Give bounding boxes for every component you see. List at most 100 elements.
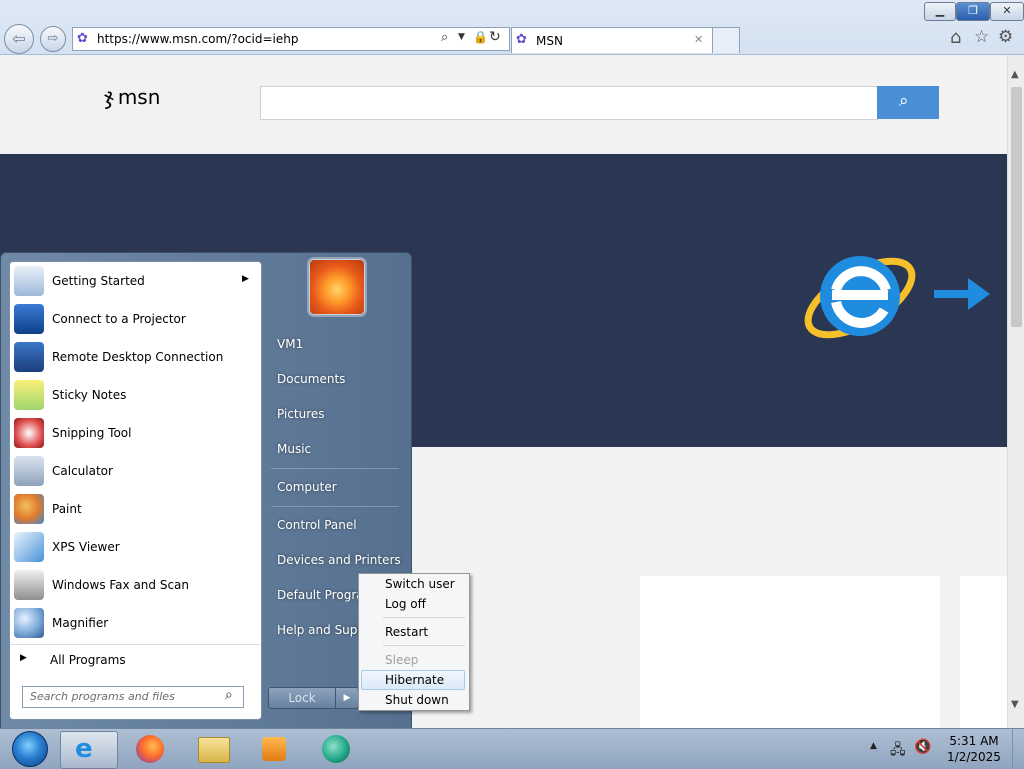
taskbar-internet-explorer[interactable]: e (60, 731, 118, 769)
forward-button[interactable]: ⇨ (40, 26, 66, 52)
media-player-icon (262, 737, 286, 761)
taskbar: e ▲ 🖧 🔇 5:31 AM 1/2/2025 (0, 728, 1024, 769)
scroll-up-icon[interactable]: ▲ (1011, 69, 1019, 80)
system-clock[interactable]: 5:31 AM 1/2/2025 (944, 733, 1004, 765)
power-options-button[interactable]: ▶ (335, 687, 359, 709)
remote-desktop-icon (14, 342, 44, 372)
taskbar-remote-app[interactable] (308, 731, 364, 767)
scroll-down-icon[interactable]: ▼ (1011, 699, 1019, 710)
places-item-devices-printers[interactable]: Devices and Printers (277, 553, 401, 567)
msn-tab-icon: ✿ (516, 32, 527, 47)
msn-search-button[interactable]: ⌕ (877, 86, 939, 119)
projector-icon (14, 304, 44, 334)
butterfly-logo-icon: ჯ (104, 85, 114, 110)
taskbar-media-player[interactable] (246, 731, 302, 767)
program-item[interactable]: Paint (10, 490, 261, 528)
lock-button[interactable]: Lock (268, 687, 336, 709)
xps-viewer-icon (14, 532, 44, 562)
separator (271, 468, 399, 469)
program-item[interactable]: Snipping Tool (10, 414, 261, 452)
program-item[interactable]: Magnifier (10, 604, 261, 642)
places-item-computer[interactable]: Computer (277, 480, 337, 494)
program-item[interactable]: Getting Started ▶ (10, 262, 261, 300)
remote-app-icon (322, 735, 350, 763)
ie-icon: e (75, 734, 93, 764)
taskbar-explorer[interactable] (184, 731, 240, 767)
lock-icon[interactable]: 🔒 (473, 30, 488, 44)
submenu-arrow-icon: ▶ (242, 274, 249, 284)
close-icon: ✕ (1002, 4, 1012, 17)
start-search-input[interactable]: Search programs and files ⌕ (22, 686, 244, 708)
tab-title: MSN (536, 34, 563, 48)
favorites-star-icon[interactable]: ☆ (974, 27, 989, 47)
refresh-icon[interactable]: ↻ (489, 29, 501, 45)
places-item-default-programs[interactable]: Default Programs (277, 588, 359, 602)
power-options-menu: Switch user Log off Restart Sleep Hibern… (358, 573, 470, 711)
new-tab-button[interactable] (712, 27, 740, 53)
paint-icon (14, 494, 44, 524)
ie-logo-icon (800, 236, 920, 356)
menu-item-hibernate[interactable]: Hibernate (361, 670, 465, 690)
firefox-icon (136, 735, 164, 763)
show-desktop-button[interactable] (1012, 729, 1024, 769)
close-window-button[interactable]: ✕ (990, 2, 1024, 21)
folder-icon (198, 737, 230, 763)
calculator-icon (14, 456, 44, 486)
content-card[interactable] (640, 576, 940, 728)
places-item-music[interactable]: Music (277, 442, 311, 456)
msn-logo: ჯ msn (104, 85, 161, 110)
separator (383, 617, 465, 618)
program-item[interactable]: Sticky Notes (10, 376, 261, 414)
menu-item-log-off[interactable]: Log off (361, 594, 465, 614)
program-item[interactable]: Connect to a Projector (10, 300, 261, 338)
separator (383, 645, 465, 646)
arrow-right-icon (934, 274, 990, 314)
places-item-pictures[interactable]: Pictures (277, 407, 325, 421)
places-item-help-support[interactable]: Help and Support (277, 623, 359, 637)
menu-item-restart[interactable]: Restart (361, 622, 465, 642)
start-button[interactable] (4, 729, 50, 769)
menu-item-shut-down[interactable]: Shut down (361, 690, 465, 710)
tab-msn[interactable]: ✿ MSN ✕ (511, 27, 713, 53)
content-card[interactable] (960, 576, 1007, 728)
start-menu: Getting Started ▶ Connect to a Projector… (0, 252, 412, 730)
taskbar-firefox[interactable] (122, 731, 178, 767)
search-icon[interactable]: ⌕ (225, 687, 233, 703)
restore-button[interactable]: ❐ (956, 2, 990, 21)
menu-item-switch-user[interactable]: Switch user (361, 574, 465, 594)
menu-item-sleep: Sleep (385, 653, 419, 667)
windows-logo-icon (12, 731, 48, 767)
msn-search-input[interactable] (260, 86, 878, 120)
address-bar[interactable]: ✿ https://www.msn.com/?ocid=iehp ⌕ ▼ 🔒 ↻ (72, 27, 510, 51)
places-item-documents[interactable]: Documents (277, 372, 345, 386)
forward-arrow-icon: ⇨ (47, 31, 59, 46)
show-hidden-icons-icon[interactable]: ▲ (870, 741, 877, 751)
address-url: https://www.msn.com/?ocid=iehp (97, 32, 299, 46)
program-item[interactable]: Calculator (10, 452, 261, 490)
back-button[interactable]: ⇦ (4, 24, 34, 54)
home-icon[interactable]: ⌂ (950, 27, 961, 48)
scroll-thumb[interactable] (1011, 87, 1022, 327)
program-item[interactable]: Windows Fax and Scan (10, 566, 261, 604)
separator (271, 506, 399, 507)
page-scrollbar[interactable]: ▲ ▼ (1007, 55, 1024, 728)
program-item[interactable]: XPS Viewer (10, 528, 261, 566)
dropdown-arrow-icon[interactable]: ▼ (458, 32, 465, 42)
tab-close-icon[interactable]: ✕ (694, 33, 703, 46)
start-programs-pane: Getting Started ▶ Connect to a Projector… (9, 261, 262, 720)
user-avatar[interactable] (309, 259, 365, 315)
places-item-user[interactable]: VM1 (277, 337, 303, 351)
network-icon[interactable]: 🖧 (890, 739, 906, 763)
volume-muted-icon[interactable]: 🔇 (914, 739, 931, 755)
search-icon[interactable]: ⌕ (441, 30, 448, 45)
restore-icon: ❐ (968, 4, 978, 17)
back-arrow-icon: ⇦ (12, 29, 26, 48)
minimize-button[interactable]: ▁ (924, 2, 956, 21)
arrow-right-icon: ▶ (343, 693, 351, 703)
gear-icon[interactable]: ⚙ (998, 27, 1013, 47)
all-programs-button[interactable]: ▶ All Programs (10, 644, 261, 675)
getting-started-icon (14, 266, 44, 296)
program-item[interactable]: Remote Desktop Connection (10, 338, 261, 376)
places-item-control-panel[interactable]: Control Panel (277, 518, 357, 532)
snipping-tool-icon (14, 418, 44, 448)
